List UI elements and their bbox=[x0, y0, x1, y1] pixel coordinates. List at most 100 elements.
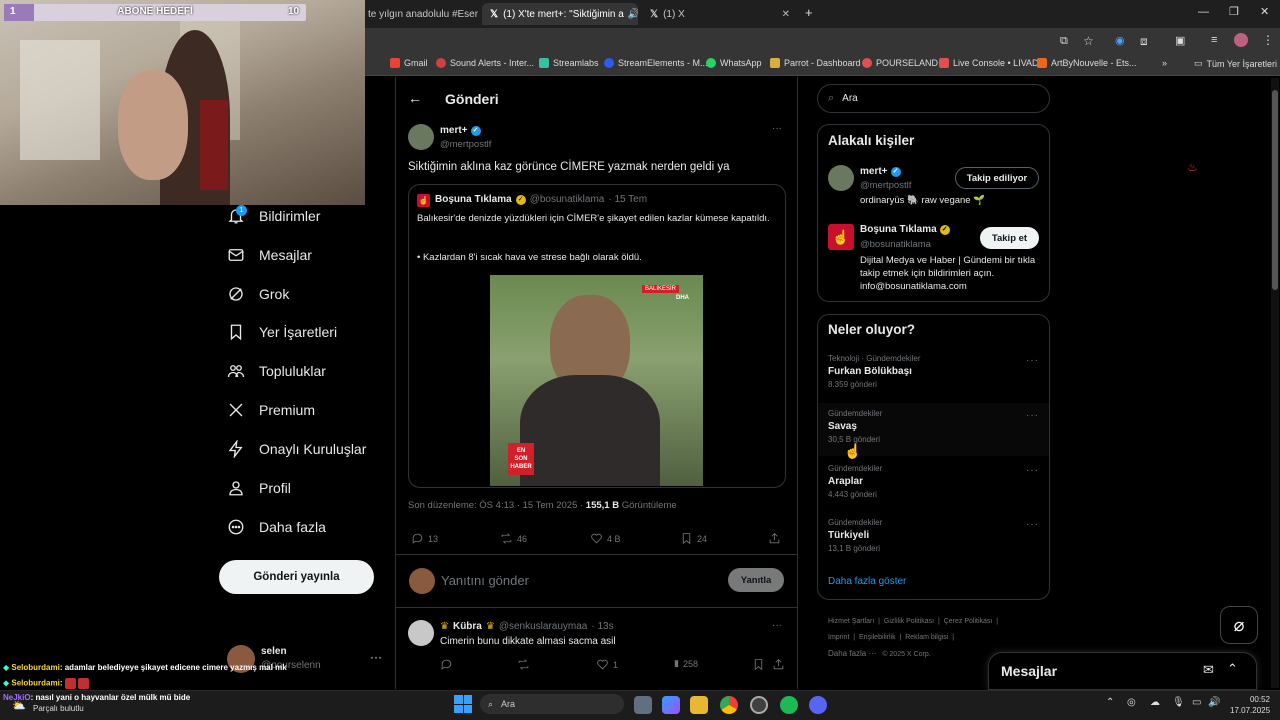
nav-grok[interactable]: Grok bbox=[227, 279, 289, 309]
nav-premium[interactable]: Premium bbox=[227, 395, 315, 425]
nav-communities[interactable]: Topluluklar bbox=[227, 356, 326, 386]
reply-reply-action[interactable] bbox=[440, 658, 453, 671]
browser-tab[interactable]: 𝕏 (1) X ✕ bbox=[642, 3, 798, 25]
spotify-icon[interactable] bbox=[780, 696, 798, 714]
file-explorer-icon[interactable] bbox=[690, 696, 708, 714]
post-more-icon[interactable]: ··· bbox=[772, 123, 782, 134]
trend-more-icon[interactable]: ··· bbox=[1026, 465, 1039, 476]
author-name-row[interactable]: mert+ ✓ bbox=[440, 125, 481, 136]
follow-button[interactable]: Takip et bbox=[980, 227, 1039, 249]
browser-tab-active[interactable]: 𝕏 (1) X'te mert+: "Siktiğimin a 🔊 ✕ bbox=[482, 3, 638, 25]
scrollbar-thumb[interactable] bbox=[1272, 90, 1278, 290]
reply-author-avatar[interactable] bbox=[408, 620, 434, 646]
bookmark-sound-alerts[interactable]: Sound Alerts - Inter... bbox=[436, 58, 534, 68]
nav-verified-orgs[interactable]: Onaylı Kuruluşlar bbox=[227, 434, 366, 464]
bookmark-gmail[interactable]: Gmail bbox=[390, 58, 428, 68]
nav-profile[interactable]: Profil bbox=[227, 473, 291, 503]
new-tab-button[interactable]: + bbox=[805, 5, 813, 20]
task-view-icon[interactable] bbox=[634, 696, 652, 714]
taskbar-search[interactable]: ⌕ Ara bbox=[480, 694, 624, 714]
maximize-icon[interactable]: ❐ bbox=[1229, 5, 1239, 18]
following-button[interactable]: Takip ediliyor bbox=[955, 167, 1039, 189]
minimize-icon[interactable]: — bbox=[1198, 6, 1209, 18]
show-more-link[interactable]: Daha fazla göster bbox=[828, 576, 906, 587]
reply-like-action[interactable]: 1 bbox=[596, 658, 618, 671]
new-message-icon[interactable]: ✉ bbox=[1203, 662, 1214, 678]
bookmark-streamelements[interactable]: StreamElements - M... bbox=[604, 58, 708, 68]
trend-item[interactable]: Gündemdekiler Türkiyeli 13,1 B gönderi bbox=[828, 518, 1038, 553]
bookmarks-overflow-icon[interactable]: » bbox=[1162, 58, 1167, 68]
browser-tab[interactable]: te yılgın anadolulu #Esenk✕ bbox=[360, 3, 478, 25]
reply-button[interactable]: Yanıtla bbox=[728, 568, 784, 592]
star-bookmark-icon[interactable]: ☆ bbox=[1083, 34, 1094, 48]
trend-more-icon[interactable]: ··· bbox=[1026, 410, 1039, 421]
grok-float-icon[interactable]: ⌀ bbox=[1220, 606, 1258, 644]
copilot-icon[interactable] bbox=[662, 696, 680, 714]
reply-more-icon[interactable]: ··· bbox=[772, 620, 782, 631]
tray-app-icon[interactable]: ◎ bbox=[1127, 697, 1136, 708]
tray-cloud-icon[interactable]: ☁ bbox=[1150, 697, 1160, 708]
back-arrow-icon[interactable]: ← bbox=[408, 90, 422, 106]
messages-drawer[interactable]: Mesajlar ✉ ⌃ bbox=[988, 652, 1257, 690]
quote-media-image[interactable]: BALIKESİR DHA EN SON HABER bbox=[490, 275, 703, 486]
reading-list-icon[interactable]: ≡ bbox=[1211, 34, 1217, 46]
reply-input[interactable]: Yanıtını gönder bbox=[441, 573, 529, 588]
bookmark-live-console[interactable]: Live Console • LIVAD bbox=[939, 58, 1039, 68]
bookmark-all[interactable]: ▭ Tüm Yer İşaretleri bbox=[1194, 58, 1277, 69]
tray-chevron-icon[interactable]: ⌃ bbox=[1106, 697, 1114, 708]
reply-share-action[interactable] bbox=[772, 658, 785, 671]
post-button[interactable]: Gönderi yayınla bbox=[219, 560, 374, 594]
trend-more-icon[interactable]: ··· bbox=[1026, 519, 1039, 530]
person-name[interactable]: mert+ ✓ bbox=[860, 166, 901, 177]
bosuna-avatar-icon[interactable]: ☝ bbox=[828, 224, 854, 250]
trend-item[interactable]: Gündemdekiler Araplar 4.443 gönderi bbox=[828, 464, 1038, 499]
close-window-icon[interactable]: ✕ bbox=[1260, 5, 1269, 18]
weather-text[interactable]: Parçalı bulutlu bbox=[33, 704, 84, 713]
close-tab-icon[interactable]: ✕ bbox=[776, 9, 790, 20]
reply-repost-action[interactable] bbox=[517, 658, 534, 671]
search-box[interactable]: ⌕ Ara bbox=[817, 84, 1050, 113]
network-icon[interactable]: ▭ bbox=[1192, 697, 1201, 708]
bookmark-parrot[interactable]: Parrot - Dashboard bbox=[770, 58, 861, 68]
author-handle[interactable]: @mertpostlf bbox=[440, 139, 491, 150]
chrome-icon[interactable] bbox=[720, 696, 738, 714]
trend-more-icon[interactable]: ··· bbox=[1026, 355, 1039, 366]
bookmark-etsy[interactable]: ArtByNouvelle - Ets... bbox=[1037, 58, 1137, 68]
like-action[interactable]: 4 B bbox=[590, 532, 621, 545]
nav-bookmarks[interactable]: Yer İşaretleri bbox=[227, 317, 337, 347]
weather-icon[interactable]: ⛅ bbox=[12, 699, 26, 712]
trend-item[interactable]: Teknoloji · Gündemdekiler Furkan Bölükba… bbox=[828, 354, 1038, 389]
sidepanel-icon[interactable]: ▣ bbox=[1175, 34, 1185, 47]
reply-action[interactable]: 13 bbox=[411, 532, 438, 545]
clock[interactable]: 00:52 17.07.2025 bbox=[1230, 694, 1270, 716]
scrollbar-track[interactable] bbox=[1271, 78, 1279, 688]
search-input[interactable]: Ara bbox=[842, 93, 858, 104]
share-action[interactable] bbox=[768, 532, 781, 545]
nav-more[interactable]: Daha fazla bbox=[227, 512, 326, 542]
bookmark-action[interactable]: 24 bbox=[680, 532, 707, 545]
collapse-up-icon[interactable]: ⌃ bbox=[1227, 661, 1238, 677]
profile-avatar[interactable] bbox=[1234, 33, 1248, 47]
discord-icon[interactable] bbox=[809, 696, 827, 714]
person-avatar[interactable] bbox=[828, 165, 854, 191]
account-more-icon[interactable]: ··· bbox=[370, 650, 382, 664]
microphone-icon[interactable]: 🎙 bbox=[1172, 697, 1185, 708]
windows-start-icon[interactable] bbox=[454, 695, 472, 713]
obs-icon[interactable] bbox=[750, 696, 768, 714]
extension-icon[interactable]: ◉ bbox=[1115, 34, 1125, 47]
install-app-icon[interactable]: ⧉ bbox=[1060, 35, 1068, 48]
nav-messages[interactable]: Mesajlar bbox=[227, 240, 312, 270]
author-avatar[interactable] bbox=[408, 124, 434, 150]
repost-action[interactable]: 46 bbox=[500, 532, 527, 545]
bookmark-streamlabs[interactable]: Streamlabs bbox=[539, 58, 599, 68]
messages-title: Mesajlar bbox=[1001, 663, 1058, 679]
reply-bookmark-action[interactable] bbox=[752, 658, 765, 671]
volume-icon[interactable]: 🔊 bbox=[1208, 697, 1220, 708]
puzzle-extensions-icon[interactable]: ⧈ bbox=[1140, 34, 1148, 49]
person-name[interactable]: Boşuna Tıklama ✓ bbox=[860, 224, 950, 235]
browser-menu-icon[interactable]: ⋮ bbox=[1262, 33, 1274, 47]
trend-item[interactable]: Gündemdekiler Savaş 30,5 B gönderi bbox=[828, 409, 1038, 444]
bookmark-whatsapp[interactable]: WhatsApp bbox=[706, 58, 762, 68]
reply-views-action[interactable]: ▮ 258 bbox=[674, 658, 698, 669]
bookmark-pourseland[interactable]: POURSELAND bbox=[862, 58, 938, 68]
